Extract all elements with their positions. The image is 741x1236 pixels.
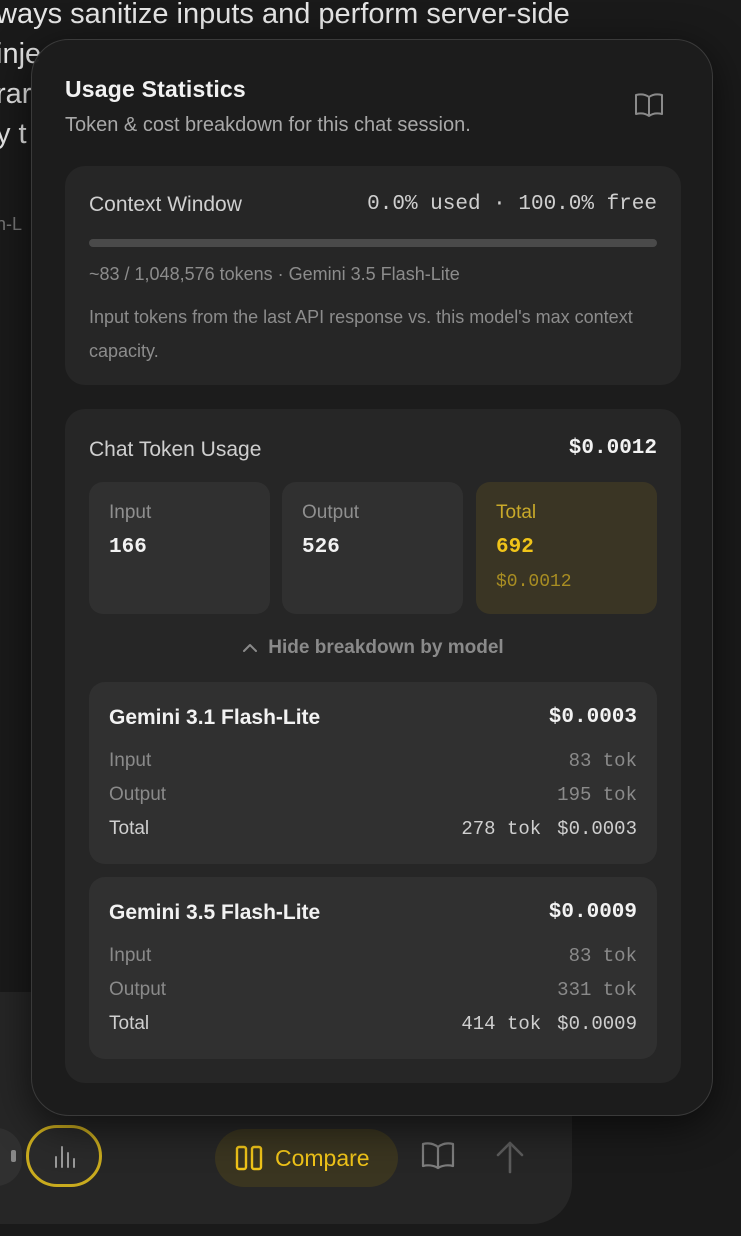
app-page: ways sanitize inputs and perform server-… — [0, 0, 741, 1236]
chat-line: ways sanitize inputs and perform server-… — [0, 0, 570, 30]
model-output-value: 331 tok — [557, 979, 637, 1001]
context-description: Input tokens from the last API response … — [89, 307, 633, 361]
model-output-label: Output — [109, 979, 167, 1000]
model-breakdown-card: Gemini 3.5 Flash-Lite $0.0009 Input 83 t… — [89, 877, 657, 1059]
model-input-value: 83 tok — [568, 750, 637, 772]
chevron-up-icon — [243, 644, 258, 652]
arrow-up-icon — [496, 1141, 524, 1174]
model-input-value: 83 tok — [568, 945, 637, 967]
docs-button[interactable] — [634, 92, 664, 118]
context-window-percent: 0.0% used · 100.0% free — [367, 193, 657, 216]
popover-subtitle: Token & cost breakdown for this chat ses… — [65, 114, 471, 136]
model-breakdown-card: Gemini 3.1 Flash-Lite $0.0003 Input 83 t… — [89, 682, 657, 864]
context-progress-bar — [89, 239, 657, 247]
model-input-label: Input — [109, 750, 152, 771]
book-open-icon — [421, 1142, 455, 1170]
library-button[interactable] — [420, 1140, 456, 1176]
model-cost: $0.0003 — [548, 706, 637, 729]
model-output-label: Output — [109, 784, 167, 805]
model-output-value: 195 tok — [557, 784, 637, 806]
compare-label: Compare — [275, 1144, 370, 1171]
book-open-icon — [635, 93, 663, 117]
model-total-row: Total 278 tok $0.0003 — [109, 818, 637, 840]
total-tokens-value: 692 — [496, 536, 534, 559]
total-tokens-box: Total 692 $0.0012 — [476, 482, 657, 614]
input-tokens-box: Input 166 — [89, 482, 270, 614]
model-total-tokens: 414 tok — [461, 1013, 542, 1035]
context-window-label: Context Window — [89, 193, 242, 216]
model-cost: $0.0009 — [548, 901, 637, 924]
popover-title: Usage Statistics — [65, 76, 246, 102]
total-tokens-label: Total — [496, 502, 537, 523]
send-button[interactable] — [492, 1138, 528, 1176]
model-total-values: 278 tok $0.0003 — [461, 818, 637, 840]
output-tokens-label: Output — [302, 502, 360, 523]
input-tokens-label: Input — [109, 502, 152, 523]
model-output-row: Output 195 tok — [109, 784, 637, 806]
model-name: Gemini 3.5 Flash-Lite — [109, 901, 321, 924]
compare-button[interactable]: Compare — [215, 1129, 398, 1187]
bar-chart-icon — [55, 1146, 75, 1168]
context-window-card: Context Window 0.0% used · 100.0% free ~… — [65, 166, 681, 385]
total-cost-value: $0.0012 — [496, 572, 572, 592]
model-total-label: Total — [109, 818, 150, 839]
chat-message-meta: n-L — [0, 214, 23, 234]
hide-breakdown-label: Hide breakdown by model — [268, 637, 504, 658]
model-total-row: Total 414 tok $0.0009 — [109, 1013, 637, 1035]
model-total-tokens: 278 tok — [461, 818, 542, 840]
usage-stats-button[interactable] — [26, 1125, 102, 1187]
model-output-row: Output 331 tok — [109, 979, 637, 1001]
output-tokens-box: Output 526 — [282, 482, 463, 614]
model-total-cost: $0.0009 — [557, 1013, 637, 1035]
model-input-label: Input — [109, 945, 152, 966]
usage-statistics-popover: Usage Statistics Token & cost breakdown … — [31, 39, 713, 1116]
model-total-cost: $0.0003 — [557, 818, 637, 840]
hide-breakdown-toggle[interactable]: Hide breakdown by model — [65, 637, 681, 659]
columns-icon — [235, 1145, 263, 1171]
model-total-label: Total — [109, 1013, 150, 1034]
chat-usage-cost: $0.0012 — [568, 437, 657, 460]
chat-token-usage-card: Chat Token Usage $0.0012 Input 166 Outpu… — [65, 409, 681, 1083]
context-token-count: ~83 / 1,048,576 tokens · Gemini 3.5 Flas… — [89, 264, 460, 284]
input-tokens-value: 166 — [109, 536, 147, 559]
model-input-row: Input 83 tok — [109, 945, 637, 967]
chat-usage-label: Chat Token Usage — [89, 438, 262, 461]
output-tokens-value: 526 — [302, 536, 340, 559]
model-total-values: 414 tok $0.0009 — [461, 1013, 637, 1035]
model-input-row: Input 83 tok — [109, 750, 637, 772]
model-name: Gemini 3.1 Flash-Lite — [109, 706, 321, 729]
